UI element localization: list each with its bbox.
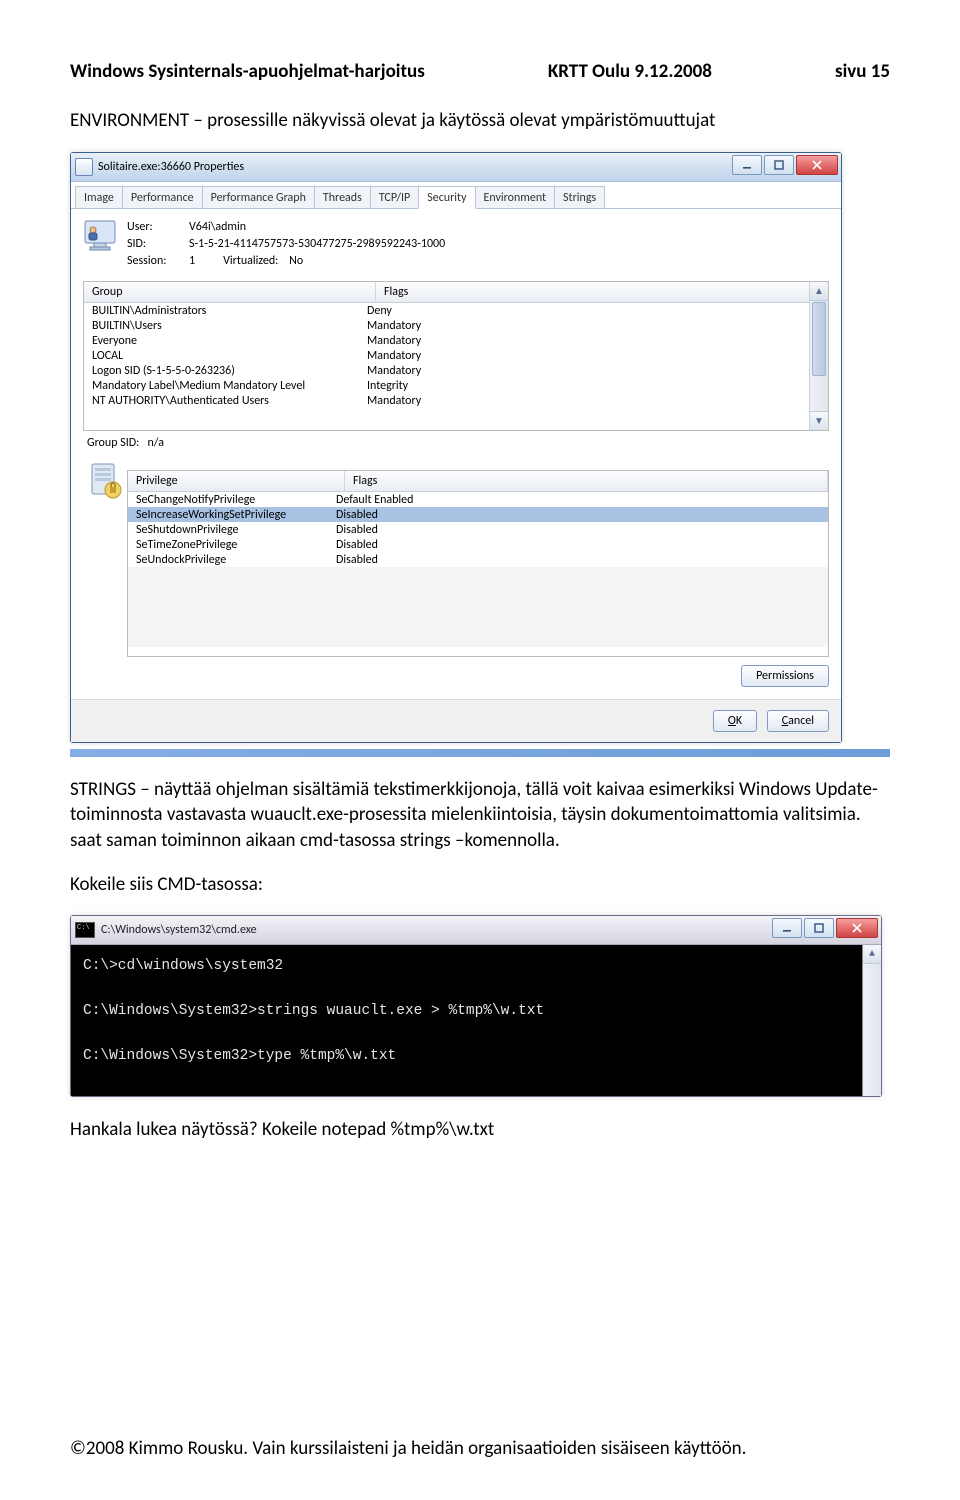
cmd-scrollbar[interactable]: ▲ xyxy=(862,945,881,1095)
tab-tcpip[interactable]: TCP/IP xyxy=(370,186,419,208)
paragraph-strings: STRINGS – näyttää ohjelman sisältämiä te… xyxy=(70,777,890,854)
table-row[interactable]: SeIncreaseWorkingSetPrivilegeDisabled xyxy=(128,507,828,522)
header-left: Windows Sysinternals-apuohjelmat-harjoit… xyxy=(70,60,425,83)
table-row[interactable]: Logon SID (S-1-5-5-0-263236)Mandatory xyxy=(84,363,828,378)
cmd-line xyxy=(83,978,869,1000)
cmd-minimize-button[interactable] xyxy=(772,918,802,938)
table-row[interactable]: BUILTIN\AdministratorsDeny xyxy=(84,303,828,318)
permissions-button[interactable]: Permissions xyxy=(741,665,829,687)
cmd-line: C:\Windows\System32>type %tmp%\w.txt xyxy=(83,1045,869,1067)
virtualized-label: Virtualized: xyxy=(223,253,289,270)
cmd-window: C:\Windows\system32\cmd.exe C:\>cd\windo… xyxy=(70,915,882,1096)
cmd-maximize-button[interactable] xyxy=(804,918,834,938)
table-row[interactable]: SeChangeNotifyPrivilegeDefault Enabled xyxy=(128,492,828,507)
table-row[interactable]: BUILTIN\UsersMandatory xyxy=(84,318,828,333)
minimize-button[interactable] xyxy=(732,155,762,175)
table-row[interactable]: LOCALMandatory xyxy=(84,348,828,363)
cmd-title: C:\Windows\system32\cmd.exe xyxy=(101,923,257,937)
tab-perf-graph[interactable]: Performance Graph xyxy=(202,186,315,208)
user-label: User: xyxy=(127,219,189,236)
sid-label: SID: xyxy=(127,236,189,253)
tab-content: User: V64i\admin SID: S-1-5-21-411475757… xyxy=(71,209,841,699)
cmd-titlebar[interactable]: C:\Windows\system32\cmd.exe xyxy=(71,916,881,945)
close-button[interactable] xyxy=(796,155,838,175)
sid-value: S-1-5-21-4114757573-530477275-2989592243… xyxy=(189,236,445,253)
page-header: Windows Sysinternals-apuohjelmat-harjoit… xyxy=(70,60,890,83)
user-icon xyxy=(83,219,117,253)
priv-head-priv[interactable]: Privilege xyxy=(128,471,345,491)
user-value: V64i\admin xyxy=(189,219,246,236)
groups-head-flags[interactable]: Flags xyxy=(376,282,828,302)
session-value: 1 xyxy=(189,253,195,270)
paragraph-notepad-hint: Hankala lukea näytössä? Kokeile notepad … xyxy=(70,1117,890,1143)
session-label: Session: xyxy=(127,253,189,270)
groups-scrollbar[interactable]: ▲ ▼ xyxy=(809,282,828,430)
tab-security[interactable]: Security xyxy=(418,186,475,209)
table-row[interactable]: SeUndockPrivilegeDisabled xyxy=(128,552,828,567)
table-row[interactable]: NT AUTHORITY\Authenticated UsersMandator… xyxy=(84,393,828,408)
group-sid-label: Group SID: xyxy=(87,436,139,450)
tab-environment[interactable]: Environment xyxy=(475,186,556,208)
privileges-table: Privilege Flags SeChangeNotifyPrivilegeD… xyxy=(127,470,829,657)
cmd-icon xyxy=(75,922,95,938)
tab-performance[interactable]: Performance xyxy=(122,186,203,208)
table-row[interactable]: SeTimeZonePrivilegeDisabled xyxy=(128,537,828,552)
virtualized-value: No xyxy=(289,253,303,270)
groups-table: Group Flags BUILTIN\AdministratorsDenyBU… xyxy=(83,281,829,431)
tab-image[interactable]: Image xyxy=(75,186,123,208)
cmd-line: C:\Windows\System32>strings wuauclt.exe … xyxy=(83,1000,869,1022)
dialog-titlebar[interactable]: Solitaire.exe:36660 Properties xyxy=(71,153,841,182)
table-row[interactable]: EveryoneMandatory xyxy=(84,333,828,348)
groups-head-group[interactable]: Group xyxy=(84,282,376,302)
server-icon xyxy=(83,460,127,508)
properties-dialog: Solitaire.exe:36660 Properties Image Per… xyxy=(70,152,842,743)
tab-strip: Image Performance Performance Graph Thre… xyxy=(71,182,841,209)
maximize-button[interactable] xyxy=(764,155,794,175)
tab-threads[interactable]: Threads xyxy=(314,186,371,208)
header-center: KRTT Oulu 9.12.2008 xyxy=(548,60,712,83)
table-row[interactable]: Mandatory Label\Medium Mandatory LevelIn… xyxy=(84,378,828,393)
cmd-line xyxy=(83,1023,869,1045)
table-row[interactable]: SeShutdownPrivilegeDisabled xyxy=(128,522,828,537)
header-right: sivu 15 xyxy=(835,60,890,83)
dialog-title: Solitaire.exe:36660 Properties xyxy=(98,160,244,174)
ok-button[interactable]: OK xyxy=(713,710,757,732)
desktop-background-strip xyxy=(70,749,890,757)
app-icon xyxy=(75,158,93,176)
page-footer: ©2008 Kimmo Rousku. Vain kurssilaisteni … xyxy=(70,1437,890,1460)
paragraph-environment: ENVIRONMENT – prosessille näkyvissä olev… xyxy=(70,108,890,134)
tab-strings[interactable]: Strings xyxy=(554,186,605,208)
paragraph-try-cmd: Kokeile siis CMD-tasossa: xyxy=(70,872,890,898)
cmd-line: C:\>cd\windows\system32 xyxy=(83,955,869,977)
cmd-close-button[interactable] xyxy=(836,918,878,938)
cancel-button[interactable]: Cancel xyxy=(767,710,829,732)
group-sid-value: n/a xyxy=(147,436,163,450)
cmd-output[interactable]: C:\>cd\windows\system32 C:\Windows\Syste… xyxy=(71,945,881,1095)
priv-head-flags[interactable]: Flags xyxy=(345,471,828,491)
